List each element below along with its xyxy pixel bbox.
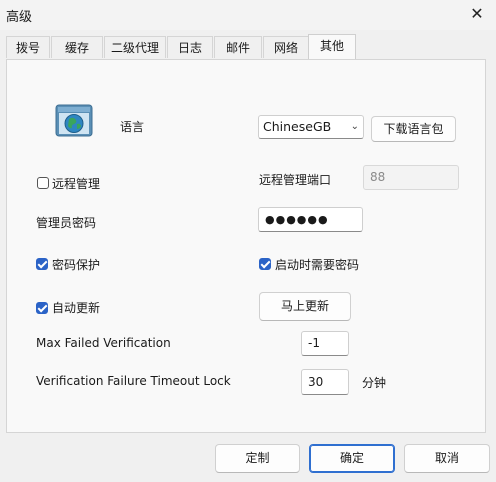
language-value: ChineseGB bbox=[263, 119, 332, 134]
tab-mail[interactable]: 邮件 bbox=[214, 36, 262, 58]
download-language-pack-button[interactable]: 下载语言包 bbox=[371, 116, 456, 142]
startup-password-checkbox[interactable] bbox=[259, 258, 271, 270]
tab-network[interactable]: 网络 bbox=[263, 36, 309, 58]
window-title: 高级 bbox=[6, 10, 33, 25]
password-protect-checkbox[interactable] bbox=[36, 258, 48, 270]
admin-password-input[interactable]: ●●●●●● bbox=[258, 207, 363, 232]
tab-log[interactable]: 日志 bbox=[167, 36, 213, 58]
startup-password-label: 启动时需要密码 bbox=[275, 258, 360, 272]
customize-button[interactable]: 定制 bbox=[215, 444, 300, 473]
max-failed-label: Max Failed Verification bbox=[36, 336, 171, 350]
remote-port-input[interactable]: 88 bbox=[363, 165, 459, 190]
admin-password-label: 管理员密码 bbox=[36, 216, 97, 230]
tab-other[interactable]: 其他 bbox=[308, 34, 356, 59]
language-select[interactable]: ChineseGB ⌄ bbox=[258, 115, 364, 139]
update-now-button[interactable]: 马上更新 bbox=[259, 292, 351, 321]
password-protect-label: 密码保护 bbox=[52, 258, 101, 272]
tab-dialup[interactable]: 拨号 bbox=[6, 36, 50, 58]
auto-update-checkbox[interactable] bbox=[36, 302, 48, 314]
tab-secondary-proxy[interactable]: 二级代理 bbox=[104, 36, 166, 58]
remote-management-label: 远程管理 bbox=[52, 177, 101, 191]
max-failed-input[interactable]: -1 bbox=[301, 331, 349, 356]
cancel-button[interactable]: 取消 bbox=[404, 444, 490, 473]
remote-management-checkbox[interactable] bbox=[37, 177, 49, 189]
timeout-lock-input[interactable]: 30 bbox=[301, 369, 349, 395]
timeout-unit-label: 分钟 bbox=[362, 376, 387, 390]
tab-cache[interactable]: 缓存 bbox=[51, 36, 103, 58]
title-bar: 高级 ✕ bbox=[0, 0, 496, 30]
remote-port-label: 远程管理端口 bbox=[259, 173, 332, 187]
timeout-lock-label: Verification Failure Timeout Lock bbox=[36, 374, 231, 388]
language-label: 语言 bbox=[120, 120, 145, 134]
globe-window-icon bbox=[55, 104, 93, 137]
ok-button[interactable]: 确定 bbox=[309, 444, 395, 473]
close-icon[interactable]: ✕ bbox=[464, 2, 490, 26]
chevron-down-icon: ⌄ bbox=[350, 121, 359, 132]
auto-update-label: 自动更新 bbox=[52, 301, 101, 315]
